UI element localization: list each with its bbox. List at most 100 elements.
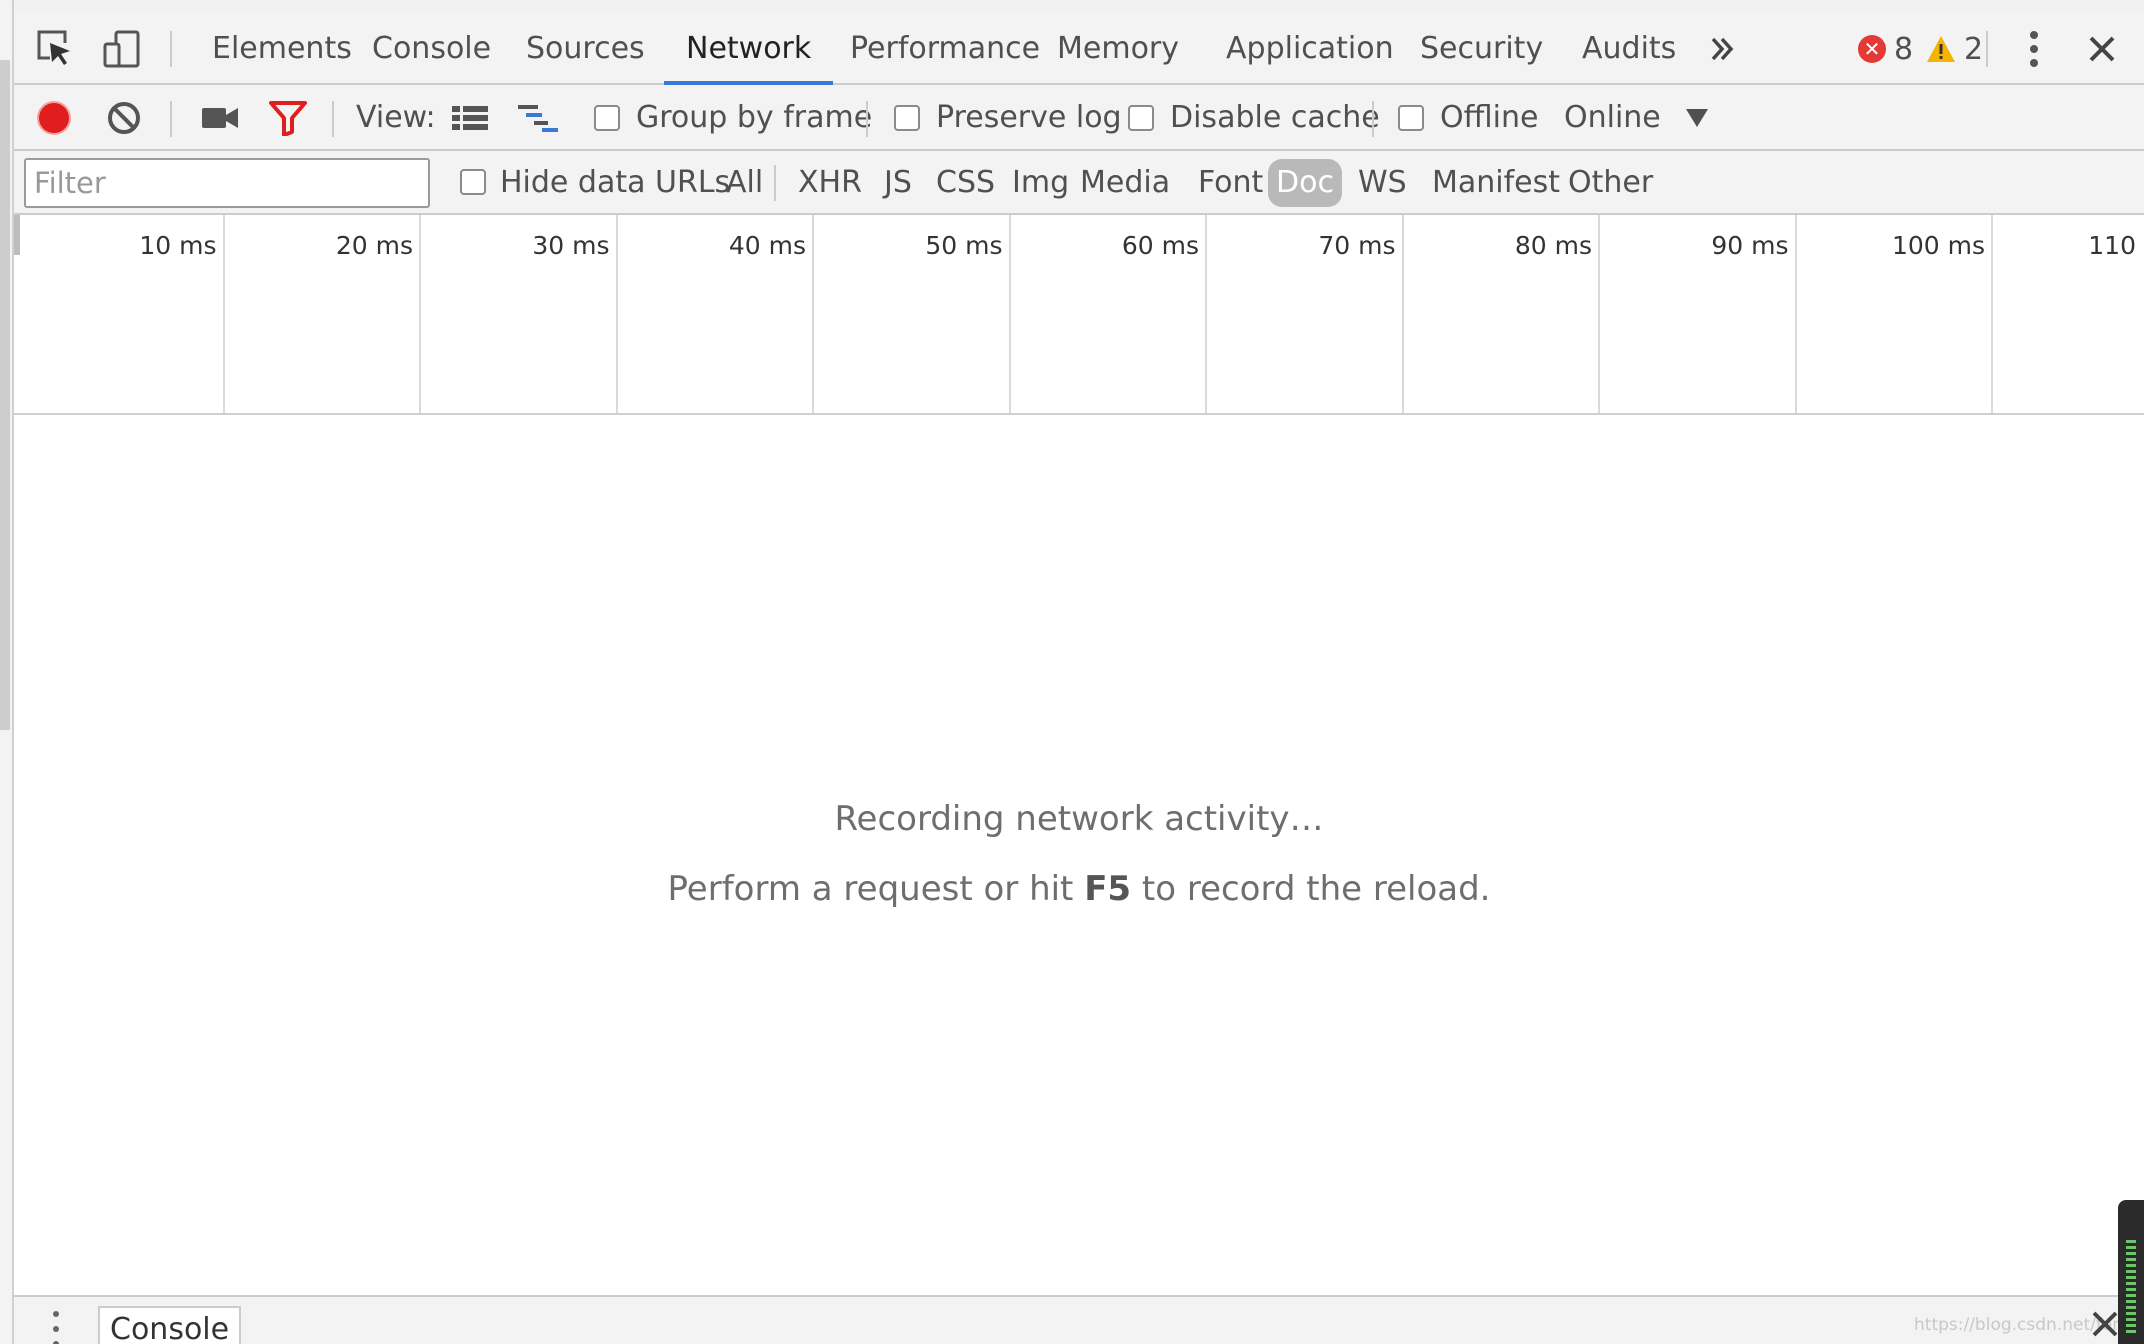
group-by-frame-label[interactable]: Group by frame: [636, 85, 872, 151]
filter-type-js[interactable]: JS: [876, 159, 920, 207]
filter-input[interactable]: [24, 158, 430, 208]
empty-state-title: Recording network activity…: [834, 799, 1324, 839]
timeline-tick-label: 70 ms: [1318, 231, 1396, 260]
throttling-dropdown-icon[interactable]: [1686, 109, 1708, 127]
side-widget[interactable]: [2118, 1200, 2144, 1344]
tab-security[interactable]: Security: [1398, 13, 1565, 83]
toolbar-separator-4: [1372, 101, 1374, 137]
timeline-grid-line: [1401, 215, 1404, 413]
tab-application[interactable]: Application: [1204, 13, 1416, 83]
timeline-tick-label: 50 ms: [925, 231, 1003, 260]
group-by-frame-checkbox[interactable]: [594, 105, 620, 131]
tab-elements[interactable]: Elements: [190, 13, 374, 83]
filter-type-doc[interactable]: Doc: [1268, 159, 1342, 207]
view-label: View:: [356, 100, 436, 135]
error-icon: ✕: [1858, 35, 1886, 63]
disable-cache-label[interactable]: Disable cache: [1170, 85, 1380, 151]
timeline-grid-line: [615, 215, 618, 413]
tab-network[interactable]: Network: [664, 13, 834, 85]
filter-toggle-button[interactable]: [266, 96, 310, 140]
empty-state-hint-before: Perform a request or hit: [667, 869, 1085, 909]
disable-cache-checkbox[interactable]: [1128, 105, 1154, 131]
tab-sources[interactable]: Sources: [504, 13, 667, 83]
device-toolbar-icon[interactable]: [100, 27, 144, 71]
filter-type-font[interactable]: Font: [1190, 159, 1271, 207]
record-button[interactable]: [32, 96, 76, 140]
timeline-grid-line: [1008, 215, 1011, 413]
timeline-tick-label: 110: [2088, 231, 2136, 260]
toolbar-separator-1: [170, 101, 172, 137]
timeline-tick-label: 20 ms: [335, 231, 413, 260]
filter-separator: [774, 165, 776, 201]
funnel-icon: [269, 101, 307, 136]
timeline-overview[interactable]: 10 ms 20 ms 30 ms 40 ms 50 ms 60 ms 70 ms 80 ms…: [14, 215, 2144, 415]
timeline-tick-label: 80 ms: [1514, 231, 1592, 260]
filter-type-css[interactable]: CSS: [928, 159, 1003, 207]
empty-state-hint: Perform a request or hit F5 to record th…: [14, 869, 2144, 909]
filter-type-ws[interactable]: WS: [1350, 159, 1415, 207]
filter-type-manifest[interactable]: Manifest: [1424, 159, 1568, 207]
waterfall-icon: [518, 105, 558, 132]
more-tabs-icon[interactable]: [1700, 27, 1744, 71]
record-icon: [37, 101, 71, 135]
devtools-panel: Elements Console Sources Network Perform…: [14, 0, 2144, 1344]
timeline-tick-label: 40 ms: [728, 231, 806, 260]
warning-count[interactable]: 2: [1926, 31, 1983, 67]
timeline-grid-line: [222, 215, 225, 413]
large-rows-button[interactable]: [448, 96, 492, 140]
top-strip: [14, 0, 2144, 13]
timeline-grid-line: [1598, 215, 1600, 413]
tabbar-separator: [170, 31, 172, 67]
request-list-empty: Recording network activity… Perform a re…: [14, 415, 2144, 1295]
activity-meter: [2126, 1240, 2136, 1336]
tab-performance[interactable]: Performance: [828, 13, 1062, 83]
tab-console[interactable]: Console: [350, 13, 513, 83]
empty-state-hint-after: to record the reload.: [1131, 869, 1491, 909]
close-drawer-icon[interactable]: [2090, 1309, 2120, 1339]
error-count[interactable]: ✕ 8: [1858, 31, 1913, 67]
hide-data-urls-label[interactable]: Hide data URLs: [500, 151, 730, 215]
network-toolbar: View: Group by frame Preserve log Disabl…: [14, 85, 2144, 151]
clear-icon: [108, 102, 140, 134]
list-view-icon: [452, 106, 488, 130]
timeline-start-marker: [14, 215, 20, 255]
toolbar-separator-2: [332, 101, 334, 137]
hide-data-urls-checkbox[interactable]: [460, 169, 486, 195]
timeline-grid-line: [812, 215, 814, 413]
main-tab-bar: Elements Console Sources Network Perform…: [14, 13, 2144, 85]
filter-type-other[interactable]: Other: [1560, 159, 1661, 207]
capture-screenshots-button[interactable]: [198, 96, 242, 140]
customize-menu-icon[interactable]: [2012, 27, 2056, 71]
offline-checkbox[interactable]: [1398, 105, 1424, 131]
drawer-tab-console[interactable]: Console: [98, 1306, 242, 1344]
left-scrollbar-thumb[interactable]: [0, 60, 10, 730]
timeline-grid-line: [1794, 215, 1797, 413]
drawer-bar: Console https://blog.csdn.net/fengqi0176: [14, 1295, 2144, 1344]
warning-count-label: 2: [1964, 31, 1984, 67]
offline-label[interactable]: Offline: [1440, 85, 1538, 151]
throttling-select[interactable]: Online: [1564, 85, 1661, 151]
close-devtools-icon[interactable]: [2080, 27, 2124, 71]
drawer-menu-icon[interactable]: [44, 1311, 68, 1344]
tab-audits[interactable]: Audits: [1560, 13, 1698, 83]
timeline-tick-label: 60 ms: [1121, 231, 1199, 260]
filter-type-xhr[interactable]: XHR: [790, 159, 870, 207]
empty-state-hint-key: F5: [1084, 869, 1132, 909]
toolbar-separator-3: [866, 101, 868, 137]
filter-type-img[interactable]: Img: [1004, 159, 1077, 207]
timeline-tick-label: 90 ms: [1711, 231, 1789, 260]
video-camera-icon: [202, 108, 238, 128]
preserve-log-label[interactable]: Preserve log: [936, 85, 1122, 151]
warning-icon: [1927, 36, 1955, 62]
error-count-label: 8: [1894, 31, 1914, 67]
timeline-tick-label: 10 ms: [139, 231, 217, 260]
filter-type-all[interactable]: All: [718, 159, 771, 207]
clear-button[interactable]: [102, 96, 146, 140]
tabbar-separator-right: [1986, 31, 1988, 67]
filter-type-media[interactable]: Media: [1072, 159, 1178, 207]
tab-memory[interactable]: Memory: [1035, 13, 1201, 83]
overview-button[interactable]: [516, 96, 560, 140]
preserve-log-checkbox[interactable]: [894, 105, 920, 131]
inspect-element-icon[interactable]: [34, 27, 78, 71]
left-scrollbar[interactable]: [0, 0, 14, 1344]
